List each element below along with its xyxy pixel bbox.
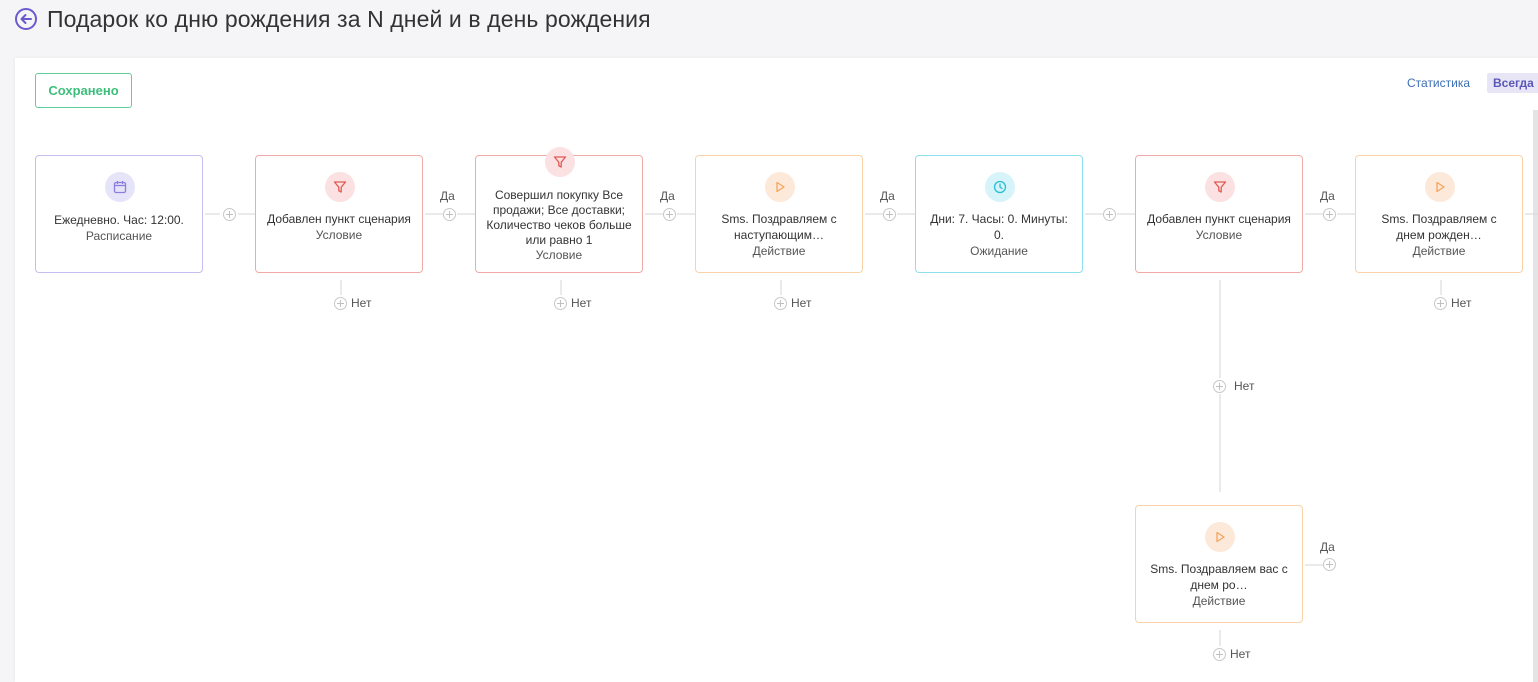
yes-label: Да (660, 189, 675, 203)
connector-lines (205, 213, 1538, 646)
filter-icon (1205, 172, 1235, 202)
node-title: Дни: 7. Часы: 0. Минуты: 0. (930, 212, 1068, 242)
node-title: Ежедневно. Час: 12:00. (54, 213, 184, 227)
node-wait[interactable]: Дни: 7. Часы: 0. Минуты: 0. Ожидание (915, 155, 1083, 273)
page-title: Подарок ко дню рождения за N дней и в де… (47, 6, 651, 32)
add-step-icon[interactable] (663, 208, 676, 221)
node-condition-3[interactable]: Добавлен пункт сценария Условие (1135, 155, 1303, 273)
add-step-icon[interactable] (1213, 379, 1226, 393)
node-title: Добавлен пункт сценария (1147, 212, 1291, 226)
node-condition-1[interactable]: Добавлен пункт сценария Условие (255, 155, 423, 273)
add-step-icon[interactable] (1103, 208, 1116, 221)
node-type: Условие (315, 228, 363, 242)
node-type: Ожидание (970, 244, 1028, 258)
no-branch-add[interactable]: Нет (1434, 296, 1471, 310)
play-icon (765, 172, 795, 202)
node-type: Действие (1192, 594, 1246, 608)
no-label: Нет (1451, 296, 1472, 310)
no-label: Нет (1230, 647, 1251, 661)
yes-label: Да (1320, 189, 1335, 203)
no-label: Нет (791, 296, 812, 310)
add-step-icon[interactable] (334, 296, 347, 310)
filter-icon (545, 147, 575, 177)
node-title: Sms. Поздравляем с наступающим… (721, 212, 837, 242)
play-icon (1425, 172, 1455, 202)
add-step-icon[interactable] (1213, 647, 1226, 661)
add-step-icon[interactable] (1323, 558, 1336, 571)
no-label: Нет (1234, 379, 1255, 393)
no-branch-add[interactable]: Нет (554, 296, 591, 310)
node-action-1[interactable]: Sms. Поздравляем с наступающим… Действие (695, 155, 863, 273)
node-title: Добавлен пункт сценария (267, 212, 411, 226)
node-type: Условие (1195, 228, 1243, 242)
no-branch-add[interactable]: Нет (1213, 647, 1250, 661)
add-step-icon[interactable] (1434, 296, 1447, 310)
node-title: Совершил покупку Все продажи; Все достав… (486, 188, 632, 247)
node-action-2[interactable]: Sms. Поздравляем с днем рожден… Действие (1355, 155, 1523, 273)
add-step-icon[interactable] (774, 296, 787, 310)
filter-icon (325, 172, 355, 202)
node-title: Sms. Поздравляем вас с днем ро… (1150, 562, 1288, 592)
add-step-icon[interactable] (1323, 208, 1336, 221)
node-type: Действие (1412, 244, 1466, 258)
node-title: Sms. Поздравляем с днем рожден… (1381, 212, 1497, 242)
no-branch-add[interactable]: Нет (774, 296, 811, 310)
add-step-icon[interactable] (554, 296, 567, 310)
no-branch-add[interactable]: Нет (1213, 379, 1254, 393)
back-arrow-icon[interactable] (14, 7, 38, 31)
calendar-icon (105, 172, 135, 202)
add-step-icon[interactable] (443, 208, 456, 221)
no-label: Нет (351, 296, 372, 310)
no-label: Нет (571, 296, 592, 310)
clock-icon (985, 172, 1015, 202)
scenario-canvas: Сохранено Статистика Всегда Ежедневно. Ч… (15, 58, 1538, 682)
node-type: Условие (535, 248, 583, 262)
no-branch-add[interactable]: Нет (334, 296, 371, 310)
node-schedule[interactable]: Ежедневно. Час: 12:00. Расписание (35, 155, 203, 273)
yes-label: Да (1320, 540, 1335, 554)
play-icon (1205, 522, 1235, 552)
node-type: Расписание (85, 229, 153, 243)
yes-label: Да (440, 189, 455, 203)
node-type: Действие (752, 244, 806, 258)
node-condition-2[interactable]: Совершил покупку Все продажи; Все достав… (475, 147, 643, 273)
yes-label: Да (880, 189, 895, 203)
node-action-3[interactable]: Sms. Поздравляем вас с днем ро… Действие (1135, 505, 1303, 623)
add-step-icon[interactable] (223, 208, 236, 221)
add-step-icon[interactable] (883, 208, 896, 221)
